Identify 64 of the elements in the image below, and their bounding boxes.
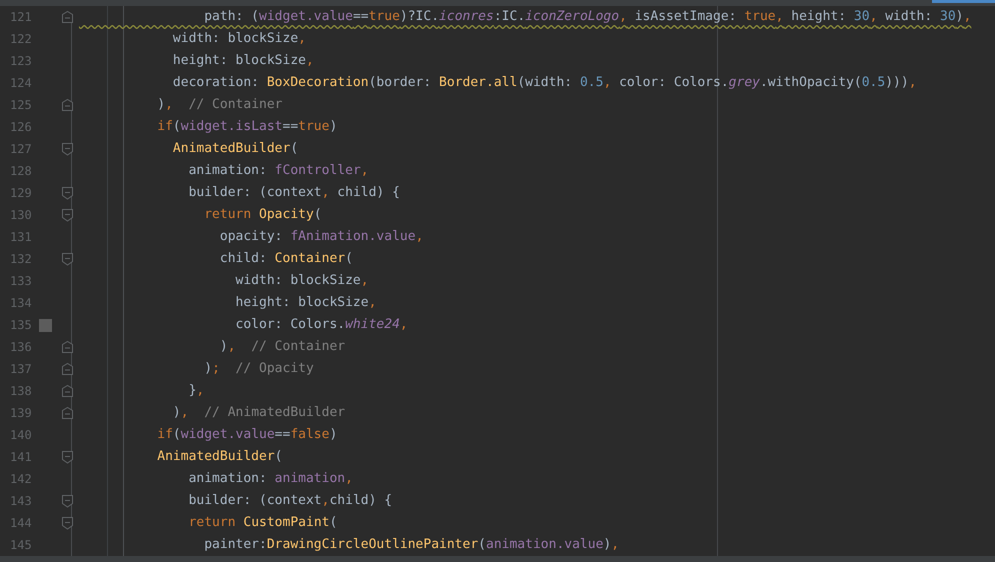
line-number: 135 — [9, 317, 33, 334]
fold-icon[interactable] — [62, 516, 73, 530]
line-number: 141 — [9, 449, 33, 466]
line-number: 132 — [9, 251, 33, 268]
code-line: height: blockSize, — [234, 294, 376, 312]
line-number: 123 — [9, 53, 33, 70]
code-line: opacity: fAnimation.value, — [218, 228, 424, 246]
line-number: 133 — [9, 273, 33, 290]
line-number: 138 — [9, 383, 33, 400]
line-number: 125 — [9, 97, 33, 114]
line-number: 122 — [9, 31, 33, 48]
code-line: height: blockSize, — [172, 52, 314, 70]
fold-icon[interactable] — [62, 10, 73, 24]
line-number: 131 — [9, 229, 33, 246]
line-number: 127 — [9, 141, 33, 158]
line-number: 140 — [9, 427, 33, 444]
fold-icon[interactable] — [62, 406, 73, 420]
line-number: 137 — [9, 361, 33, 378]
line-number: 121 — [9, 9, 33, 26]
fold-icon[interactable] — [62, 252, 73, 266]
code-line: builder: (context,child) { — [188, 492, 392, 510]
code-line: return Opacity( — [203, 206, 322, 224]
code-line: if(widget.isLast==true) — [156, 118, 338, 136]
fold-icon[interactable] — [62, 186, 73, 200]
line-number: 124 — [9, 75, 33, 92]
fold-icon[interactable] — [62, 384, 73, 398]
code-line: }, — [188, 382, 204, 400]
line-number: 145 — [9, 537, 33, 554]
code-line: path: (widget.value==true)?IC.iconres:IC.iconZeroLogo, isAssetImage: true, height: 30, width: 30), — [203, 8, 972, 26]
code-line: ), // Container — [218, 338, 346, 356]
line-number: 130 — [9, 207, 33, 224]
code-line: ), // AnimatedBuilder — [172, 404, 346, 422]
code-line: decoration: BoxDecoration(border: Border.all(width: 0.5, color: Colors.grey.withOpacity(0.5))), — [172, 74, 917, 92]
code-line: painter:DrawingCircleOutlinePainter(animation.value), — [203, 536, 620, 554]
code-line: animation: fController, — [188, 162, 369, 180]
code-line: child: Container( — [218, 250, 353, 268]
line-number: 128 — [9, 163, 33, 180]
fold-icon[interactable] — [62, 362, 73, 376]
line-number: 136 — [9, 339, 33, 356]
code-line: color: Colors.white24, — [234, 316, 408, 334]
fold-icon[interactable] — [62, 340, 73, 354]
fold-icon[interactable] — [62, 494, 73, 508]
fold-icon[interactable] — [62, 450, 73, 464]
code-line: if(widget.value==false) — [156, 426, 338, 444]
code-line: return CustomPaint( — [188, 514, 338, 532]
fold-icon[interactable] — [62, 208, 73, 222]
fold-icon[interactable] — [62, 142, 73, 156]
line-number: 134 — [9, 295, 33, 312]
code-line: animation: animation, — [188, 470, 353, 488]
line-number: 144 — [9, 515, 33, 532]
code-line: ); // Opacity — [203, 360, 314, 378]
code-line: builder: (context, child) { — [188, 184, 400, 202]
line-number: 139 — [9, 405, 33, 422]
code-line: width: blockSize, — [234, 272, 369, 290]
code-line: AnimatedBuilder( — [172, 140, 298, 158]
code-line: ), // Container — [156, 96, 282, 114]
code-line: AnimatedBuilder( — [156, 448, 282, 466]
fold-icon[interactable] — [62, 98, 73, 112]
line-number: 129 — [9, 185, 33, 202]
line-number: 126 — [9, 119, 33, 136]
line-number: 142 — [9, 471, 33, 488]
color-swatch[interactable] — [39, 318, 52, 332]
code-line: width: blockSize, — [172, 30, 306, 48]
line-number: 143 — [9, 493, 33, 510]
